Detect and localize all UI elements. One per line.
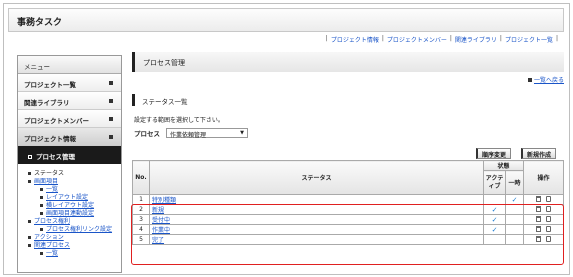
page-title: プロセス管理 (132, 52, 564, 72)
tree-item-horizontal-layout[interactable]: 横レイアウト設定 (28, 202, 121, 210)
bullet-icon (40, 252, 43, 255)
col-temp-header: 一時 (505, 170, 524, 195)
col-ops-header: 操作 (523, 160, 564, 195)
caret-down-icon: ▼ (240, 130, 244, 136)
table-row: 1 特別種類 ✓ (132, 194, 564, 205)
process-select[interactable]: 作業依頼管理 ▼ (166, 128, 248, 139)
col-active-header: アクティブ (483, 170, 506, 195)
back-to-list-link[interactable]: 一覧へ戻る (527, 75, 564, 84)
app-title: 事務タスク (17, 18, 63, 28)
process-select-value: 作業依頼管理 (170, 132, 207, 139)
square-icon (109, 99, 113, 103)
tree-item-layout-settings[interactable]: レイアウト設定 (28, 194, 121, 202)
sidebar-item-project-info[interactable]: プロジェクト情報 (18, 128, 121, 146)
sidebar-tree: ステータス 画面項目 一覧 レイアウト設定 横レイアウト設定 画面項目連動設定 … (18, 164, 121, 258)
sidebar-menu-header: メニュー (18, 56, 121, 74)
square-icon (28, 155, 32, 159)
sidebar-item-project-list[interactable]: プロジェクト一覧 (18, 74, 121, 92)
sidebar-item-label: 関連ライブラリ (24, 99, 70, 107)
bullet-icon (40, 204, 43, 207)
topnav-related-library[interactable]: 関連ライブラリ (455, 35, 497, 44)
app-header: 事務タスク (8, 8, 564, 32)
col-no-header: No. (132, 160, 150, 195)
status-name-link[interactable]: 特別種類 (150, 197, 176, 204)
topnav-project-members[interactable]: プロジェクトメンバー (387, 35, 447, 44)
bullet-icon (28, 236, 31, 239)
square-icon (109, 81, 113, 85)
highlight-box (131, 204, 564, 265)
tree-item-related-list[interactable]: 一覧 (28, 250, 121, 258)
row-number: 1 (132, 194, 150, 205)
topnav-project-info[interactable]: プロジェクト情報 (331, 35, 379, 44)
bullet-icon (40, 196, 43, 199)
process-label: プロセス (134, 130, 160, 138)
sidebar-item-label: プロジェクト一覧 (24, 81, 76, 89)
check-icon: ✓ (511, 195, 518, 204)
col-state-header: 状態 (483, 160, 524, 171)
bullet-icon (40, 188, 43, 191)
instruction-text: 設定する範囲を選択して下さい。 (134, 117, 224, 124)
tree-item-linked-settings[interactable]: 画面項目連動設定 (28, 210, 121, 218)
bullet-icon (28, 244, 31, 247)
active-cell (483, 194, 506, 205)
section-title: ステータス一覧 (132, 94, 564, 106)
bullet-icon (40, 212, 43, 215)
tree-item-screen-items[interactable]: 画面項目 (28, 178, 121, 186)
sidebar: メニュー プロジェクト一覧 関連ライブラリ プロジェクトメンバー プロジェクト情… (17, 55, 122, 273)
ops-cell (523, 194, 564, 205)
process-selector-row: プロセス 作業依頼管理 ▼ (134, 128, 248, 139)
sidebar-item-project-members[interactable]: プロジェクトメンバー (18, 110, 121, 128)
tree-item-status: ステータス (28, 170, 121, 178)
tree-item-actions[interactable]: アクション (28, 234, 121, 242)
bullet-icon (28, 172, 31, 175)
sidebar-item-label: プロジェクト情報 (24, 135, 76, 143)
top-navigation: | プロジェクト情報 | プロジェクトメンバー | 関連ライブラリ | プロジェクト一覧… (325, 35, 558, 44)
copy-icon[interactable] (546, 195, 552, 202)
status-name-cell: 特別種類 (149, 194, 484, 205)
bullet-icon (28, 220, 31, 223)
col-status-header: ステータス (149, 160, 484, 195)
reorder-button[interactable]: 順序変更 (476, 148, 512, 159)
tree-item-list[interactable]: 一覧 (28, 186, 121, 194)
topnav-project-list[interactable]: プロジェクト一覧 (505, 35, 553, 44)
sidebar-item-label: プロセス管理 (36, 153, 75, 161)
tree-item-rights-link[interactable]: プロセス権利リンク設定 (28, 226, 121, 234)
square-icon (109, 135, 113, 139)
sidebar-item-label: プロジェクトメンバー (24, 117, 89, 125)
bullet-icon (28, 180, 31, 183)
bullet-icon (40, 228, 43, 231)
trash-icon[interactable] (535, 195, 541, 202)
square-icon (527, 78, 532, 82)
temp-cell: ✓ (505, 194, 524, 205)
main-content: プロセス管理 一覧へ戻る ステータス一覧 設定する範囲を選択して下さい。 プロセ… (132, 52, 564, 245)
new-button[interactable]: 新規作成 (521, 148, 557, 159)
tree-item-process-rights[interactable]: プロセス権利 (28, 218, 121, 226)
tree-item-related-process[interactable]: 関連プロセス (28, 242, 121, 250)
sidebar-item-related-library[interactable]: 関連ライブラリ (18, 92, 121, 110)
square-icon (109, 117, 113, 121)
sidebar-subitem-process-management[interactable]: プロセス管理 (18, 146, 121, 164)
